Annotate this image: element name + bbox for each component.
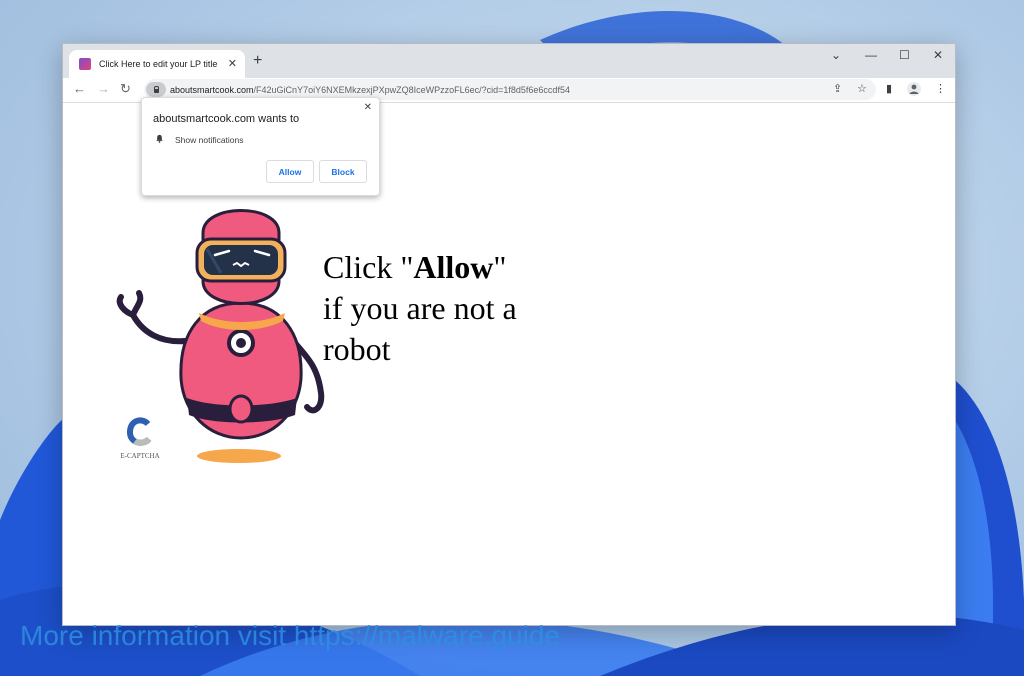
url-text[interactable]: aboutsmartcook.com/F42uGiCnY7oiY6NXEMkze… — [170, 85, 570, 95]
site-favicon-icon — [79, 58, 91, 70]
forward-button[interactable]: → — [97, 81, 110, 96]
lock-icon — [153, 85, 159, 93]
notification-permission-prompt: ✕ aboutsmartcook.com wants to Show notif… — [141, 97, 380, 196]
captcha-label: E-CAPTCHA — [120, 452, 160, 460]
headline-line3: robot — [323, 331, 391, 367]
new-tab-button[interactable]: + — [253, 52, 262, 70]
headline-post: " — [493, 249, 507, 285]
block-button[interactable]: Block — [319, 160, 367, 183]
captcha-c-icon — [127, 417, 152, 446]
url-host: aboutsmartcook.com — [170, 84, 254, 95]
bell-icon — [156, 134, 163, 143]
watermark-text: More information visit https://malware.g… — [20, 620, 560, 651]
close-window-button[interactable]: ✕ — [933, 48, 943, 62]
tab-title: Click Here to edit your LP title — [99, 59, 218, 69]
allow-button[interactable]: Allow — [266, 160, 314, 183]
prompt-close-icon[interactable]: ✕ — [364, 102, 372, 113]
tab-close-icon[interactable]: ✕ — [228, 57, 237, 70]
browser-menu-icon[interactable]: ⋮ — [935, 82, 946, 95]
headline-pre: Click " — [323, 249, 414, 285]
reload-button[interactable]: ↻ — [120, 81, 131, 97]
back-button[interactable]: ← — [73, 81, 86, 96]
prompt-heading: aboutsmartcook.com wants to — [153, 113, 300, 125]
bookmark-star-icon[interactable]: ☆ — [857, 82, 867, 95]
headline-allow: Allow — [413, 249, 494, 285]
minimize-button[interactable]: — — [865, 48, 877, 62]
tab-strip: Click Here to edit your LP title ✕ + ⌄ —… — [63, 44, 955, 78]
side-panel-icon[interactable]: ▮ — [886, 82, 892, 95]
captcha-logo: E-CAPTCHA — [115, 417, 165, 460]
site-info-button[interactable] — [146, 82, 166, 97]
headline-text: Click "Allow" if you are not a robot — [323, 247, 583, 370]
headline-line2: if you are not a — [323, 290, 517, 326]
profile-avatar-icon[interactable] — [907, 82, 921, 96]
browser-tab[interactable]: Click Here to edit your LP title ✕ — [69, 50, 245, 78]
tab-search-dropdown-icon[interactable]: ⌄ — [831, 48, 841, 62]
permission-label: Show notifications — [175, 135, 244, 145]
share-icon[interactable]: ⇪ — [833, 82, 842, 95]
maximize-button[interactable]: ☐ — [899, 48, 910, 62]
url-path: /F42uGiCnY7oiY6NXEMkzexjPXpwZQ8IceWPzzoF… — [253, 84, 570, 95]
